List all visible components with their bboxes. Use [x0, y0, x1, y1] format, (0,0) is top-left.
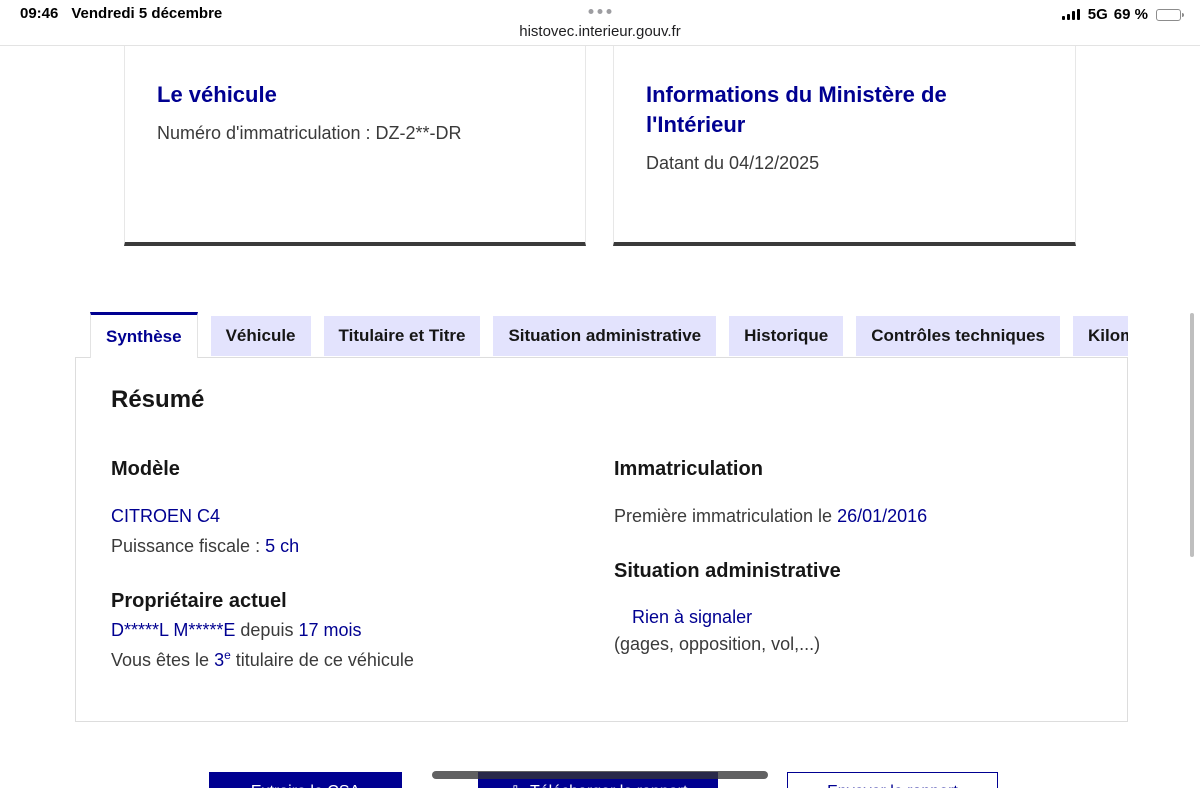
admin-status-note: (gages, opposition, vol,...)	[614, 634, 821, 654]
registration-heading: Immatriculation	[614, 458, 763, 480]
status-bar: 09:46 Vendredi 5 décembre histovec.inter…	[0, 0, 1200, 46]
holder-rank-sup: e	[224, 648, 231, 662]
status-date: Vendredi 5 décembre	[71, 5, 223, 22]
tab-vehicule[interactable]: Véhicule	[210, 316, 311, 356]
owner-heading: Propriétaire actuel	[111, 590, 287, 612]
first-registration-date: 26/01/2016	[837, 506, 928, 526]
registration-number-label: Numéro d'immatriculation :	[157, 123, 376, 143]
tab-titulaire-et-titre[interactable]: Titulaire et Titre	[323, 316, 481, 356]
tab-label: Titulaire et Titre	[338, 326, 466, 345]
fiscal-power-line: Puissance fiscale : 5 ch	[111, 536, 299, 557]
ipad-safari-screen: 09:46 Vendredi 5 décembre histovec.inter…	[0, 0, 1200, 788]
address-bar[interactable]: histovec.interieur.gouv.fr	[0, 23, 1200, 40]
synthese-panel: Résumé Modèle CITROEN C4 Puissance fisca…	[75, 357, 1128, 722]
vertical-scrollbar[interactable]	[1190, 313, 1194, 557]
owner-since-value: 17 mois	[298, 620, 362, 640]
fiscal-power-label: Puissance fiscale :	[111, 536, 266, 556]
model-heading: Modèle	[111, 458, 180, 480]
registration-number-line: Numéro d'immatriculation : DZ-2**-DR	[157, 123, 553, 144]
ministry-card-date: Datant du 04/12/2025	[646, 153, 820, 173]
tab-label: Synthèse	[106, 326, 182, 346]
tab-label: Kilométrage	[1088, 326, 1128, 345]
send-report-label: Envoyer le rapport	[827, 783, 958, 788]
cellular-signal-icon	[1061, 9, 1080, 20]
tab-overview-dots-icon[interactable]	[588, 9, 612, 14]
download-report-label: Télécharger le rapport	[530, 783, 687, 788]
tab-situation-administrative[interactable]: Situation administrative	[493, 316, 717, 356]
tab-label: Véhicule	[225, 326, 296, 345]
holder-rank-line: Vous êtes le 3e titulaire de ce véhicule	[111, 648, 414, 671]
ministry-card-title: Informations du Ministère de l'Intérieur	[646, 82, 947, 137]
summary-title: Résumé	[111, 386, 205, 413]
tab-historique[interactable]: Historique	[729, 316, 844, 356]
admin-status-link[interactable]: Rien à signaler	[632, 607, 752, 628]
ministry-info-card: Informations du Ministère de l'Intérieur…	[613, 46, 1076, 246]
first-registration-line: Première immatriculation le 26/01/2016	[614, 506, 927, 527]
report-tabs: Synthèse Véhicule Titulaire et Titre Sit…	[75, 312, 1128, 359]
tab-label: Situation administrative	[508, 326, 702, 345]
first-registration-label: Première immatriculation le	[614, 506, 838, 526]
tab-controles-techniques[interactable]: Contrôles techniques	[856, 316, 1061, 356]
vehicle-card: Le véhicule Numéro d'immatriculation : D…	[124, 46, 586, 246]
status-time: 09:46	[20, 5, 59, 22]
admin-status-heading: Situation administrative	[614, 560, 841, 582]
extract-csa-label: Extraire le CSA	[251, 783, 360, 788]
vehicle-card-title: Le véhicule	[157, 82, 277, 107]
fiscal-power-value: 5 ch	[265, 536, 300, 556]
download-icon: ⇩	[509, 782, 522, 788]
tab-synthese[interactable]: Synthèse	[90, 312, 198, 358]
registration-number-value: DZ-2**-DR	[375, 123, 462, 143]
model-name: CITROEN C4	[111, 506, 221, 526]
send-report-button[interactable]: Envoyer le rapport	[787, 772, 998, 788]
tab-label: Contrôles techniques	[871, 326, 1046, 345]
battery-percent-label: 69 %	[1113, 6, 1148, 23]
home-indicator[interactable]	[432, 771, 768, 779]
owner-name: D*****L M*****E	[111, 620, 236, 640]
holder-rank: 3	[214, 650, 225, 670]
extract-csa-button[interactable]: Extraire le CSA	[209, 772, 402, 788]
owner-since-label: depuis	[235, 620, 299, 640]
holder-suffix: titulaire de ce véhicule	[230, 650, 414, 670]
tab-label: Historique	[744, 326, 829, 345]
owner-line: D*****L M*****E depuis 17 mois	[111, 620, 361, 641]
tab-kilometrage[interactable]: Kilométrage	[1073, 316, 1128, 356]
network-type-label: 5G	[1087, 6, 1108, 23]
battery-icon	[1156, 8, 1184, 21]
holder-prefix: Vous êtes le	[111, 650, 215, 670]
